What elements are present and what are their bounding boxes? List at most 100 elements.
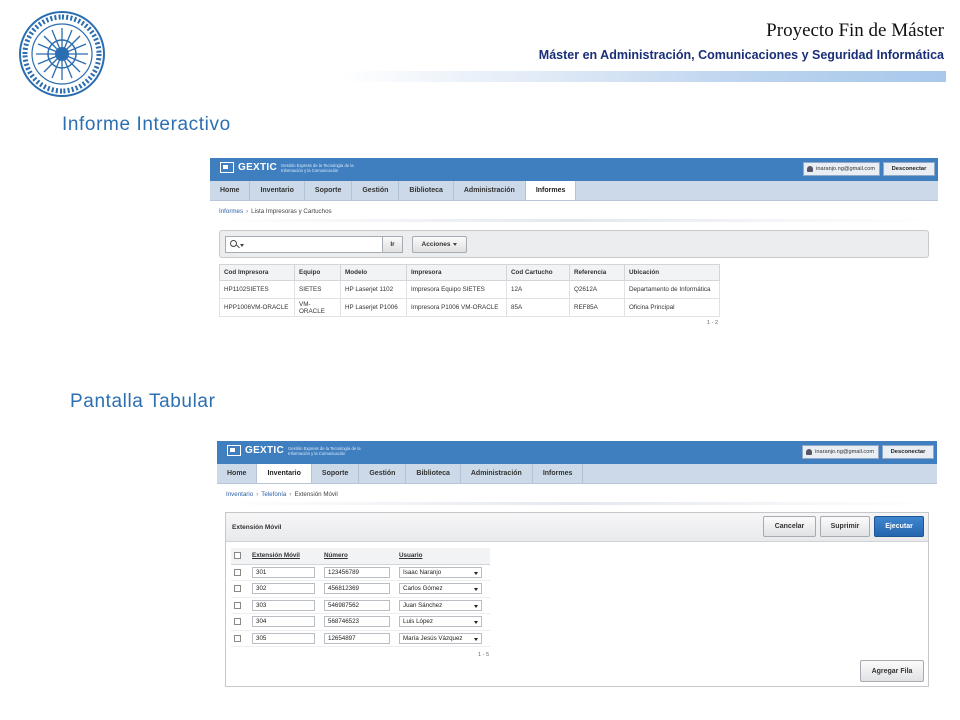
cancel-button[interactable]: Cancelar <box>763 516 816 537</box>
number-field[interactable]: 123456789 <box>324 566 390 578</box>
tab-informes[interactable]: Informes <box>533 464 584 483</box>
tabular-region: Extensión Móvil Cancelar Suprimir Ejecut… <box>225 512 929 687</box>
table-cell: HPP1006VM-ORACLE <box>219 298 295 317</box>
user-select[interactable]: Juan Sánchez <box>399 599 482 611</box>
logout-button[interactable]: Desconectar <box>883 162 935 176</box>
table-row: 304 568746523 Luis López <box>231 613 490 631</box>
user-icon <box>806 449 813 455</box>
column-header[interactable]: Referencia <box>569 264 625 281</box>
tab-home[interactable]: Home <box>217 464 258 483</box>
chevron-down-icon <box>474 588 478 592</box>
go-button[interactable]: Ir <box>382 236 403 253</box>
row-checkbox[interactable] <box>234 634 241 642</box>
user-cell: María Jesús Vázquez <box>396 630 490 647</box>
tab-informes[interactable]: Informes <box>525 181 577 200</box>
table-cell: REF85A <box>569 298 625 317</box>
tab-administracion[interactable]: Administración <box>454 181 526 200</box>
number-field[interactable]: 546987562 <box>324 599 390 611</box>
table-cell: HP Laserjet P1006 <box>340 298 407 317</box>
number-field[interactable]: 568746523 <box>324 616 390 628</box>
row-select-cell <box>231 564 249 581</box>
table-cell: Impresora Equipo SIETES <box>406 280 507 299</box>
column-header[interactable]: Equipo <box>294 264 341 281</box>
add-row-button[interactable]: Agregar Fila <box>860 660 924 682</box>
app-logo[interactable]: GEXTIC Gestión Express de la Tecnología … <box>227 445 366 456</box>
extension-field[interactable]: 303 <box>252 599 315 611</box>
tab-gestion[interactable]: Gestión <box>352 181 400 200</box>
table-row: HP1102SIETES SIETES HP Laserjet 1102 Imp… <box>219 280 720 299</box>
main-nav: Home Inventario Soporte Gestión Bibliote… <box>210 181 938 201</box>
number-field[interactable]: 12654897 <box>324 632 390 644</box>
table-cell: Q2612A <box>569 280 625 299</box>
column-header[interactable]: Modelo <box>340 264 407 281</box>
number-cell: 456812369 <box>321 580 396 598</box>
chevron-down-icon[interactable] <box>240 244 244 247</box>
delete-button[interactable]: Suprimir <box>820 516 870 537</box>
column-header[interactable]: Cod Impresora <box>219 264 295 281</box>
tab-administracion[interactable]: Administración <box>461 464 533 483</box>
table-row: 301 123456789 Isaac Naranjo <box>231 564 490 581</box>
row-select-cell <box>231 630 249 647</box>
monitor-icon <box>220 162 234 173</box>
column-header[interactable]: Cod Cartucho <box>506 264 570 281</box>
column-header[interactable]: Número <box>321 548 396 565</box>
tab-inventario[interactable]: Inventario <box>250 181 305 200</box>
divider <box>217 502 937 505</box>
tab-soporte[interactable]: Soporte <box>305 181 353 200</box>
mobile-extensions-table: Extensión Móvil Número Usuario 301 12345… <box>231 548 490 647</box>
extension-field[interactable]: 305 <box>252 632 315 644</box>
extension-cell: 304 <box>249 613 321 631</box>
number-field[interactable]: 456812369 <box>324 583 390 595</box>
search-icon[interactable] <box>230 240 237 247</box>
tab-biblioteca[interactable]: Biblioteca <box>406 464 461 483</box>
run-button[interactable]: Ejecutar <box>874 516 924 537</box>
row-checkbox[interactable] <box>234 618 241 626</box>
chevron-down-icon <box>474 621 478 625</box>
pagination-info: 1 - 5 <box>478 652 490 658</box>
extension-field[interactable]: 304 <box>252 616 315 628</box>
section-heading-interactive: Informe Interactivo <box>62 114 231 135</box>
breadcrumb-link-informes[interactable]: Informes <box>219 208 243 215</box>
actions-menu-button[interactable]: Acciones <box>412 236 467 253</box>
search-input[interactable] <box>225 236 383 253</box>
row-checkbox[interactable] <box>234 568 241 576</box>
table-cell: HP1102SIETES <box>219 280 295 299</box>
chevron-down-icon <box>474 604 478 608</box>
row-checkbox[interactable] <box>234 585 241 593</box>
breadcrumb-link-inventario[interactable]: Inventario <box>226 491 253 498</box>
breadcrumb-link-telefonia[interactable]: Telefonía <box>261 491 286 498</box>
pagination-info: 1 - 2 <box>707 320 719 326</box>
extension-field[interactable]: 301 <box>252 566 315 578</box>
user-select[interactable]: Carlos Gómez <box>399 583 482 595</box>
table-cell: Oficina Principal <box>624 298 720 317</box>
table-cell: HP Laserjet 1102 <box>340 280 407 299</box>
tab-inventario[interactable]: Inventario <box>257 464 312 483</box>
user-email: inaranjo.ng@gmail.com <box>815 449 874 455</box>
chevron-down-icon <box>474 637 478 641</box>
tab-soporte[interactable]: Soporte <box>312 464 360 483</box>
user-icon <box>807 166 814 172</box>
section-heading-tabular: Pantalla Tabular <box>70 391 216 412</box>
column-header[interactable]: Ubicación <box>624 264 720 281</box>
user-cell: Carlos Gómez <box>396 580 490 598</box>
column-header[interactable]: Usuario <box>396 548 490 565</box>
extension-field[interactable]: 302 <box>252 583 315 595</box>
row-select-cell <box>231 613 249 631</box>
column-header[interactable]: Impresora <box>406 264 507 281</box>
tab-home[interactable]: Home <box>210 181 251 200</box>
user-select[interactable]: María Jesús Vázquez <box>399 632 482 644</box>
tab-biblioteca[interactable]: Biblioteca <box>399 181 454 200</box>
interactive-report-screenshot: GEXTIC Gestión Express de la Tecnología … <box>210 158 938 340</box>
user-select[interactable]: Isaac Naranjo <box>399 566 482 578</box>
number-cell: 12654897 <box>321 630 396 647</box>
tab-gestion[interactable]: Gestión <box>359 464 407 483</box>
row-checkbox[interactable] <box>234 601 241 609</box>
main-nav: Home Inventario Soporte Gestión Bibliote… <box>217 464 937 484</box>
user-select[interactable]: Luis López <box>399 616 482 628</box>
select-all-checkbox[interactable] <box>234 552 241 560</box>
app-logo[interactable]: GEXTIC Gestión Express de la Tecnología … <box>220 162 359 173</box>
select-all-cell <box>231 548 249 565</box>
column-header[interactable]: Extensión Móvil <box>249 548 321 565</box>
user-select-value: Carlos Gómez <box>403 585 443 593</box>
logout-button[interactable]: Desconectar <box>882 445 934 459</box>
